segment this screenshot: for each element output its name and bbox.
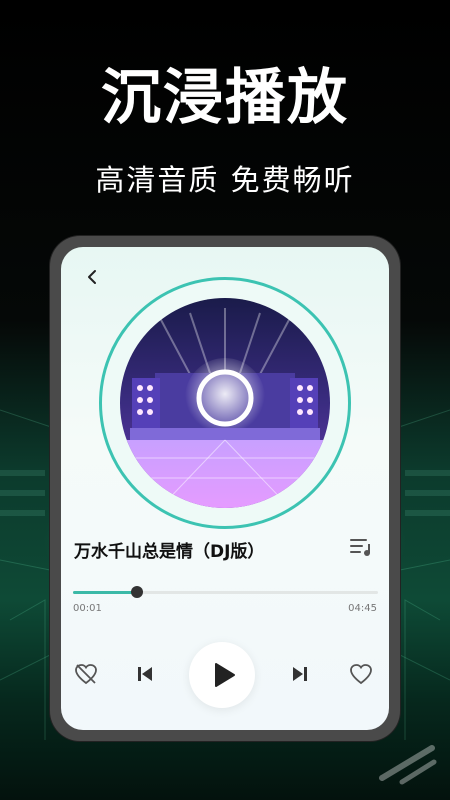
promo-subhead: 高清音质 免费畅听: [95, 163, 355, 197]
album-disc-ring: [99, 277, 351, 529]
progress-knob[interactable]: [131, 586, 144, 598]
progress-fill: [73, 591, 138, 594]
total-time: 04:45: [348, 603, 377, 614]
heart-icon: [350, 664, 372, 685]
back-button[interactable]: [83, 265, 103, 289]
playlist-icon: [350, 539, 370, 556]
elapsed-time: 00:01: [73, 603, 102, 614]
like-button[interactable]: [348, 661, 374, 687]
watermark-icon: [379, 745, 437, 785]
dislike-button[interactable]: [73, 661, 99, 687]
player-screen: 万水千山总是情（DJ版） 00:01 04:45: [61, 247, 389, 730]
next-track-icon: [293, 667, 307, 681]
chevron-left-icon: [88, 270, 96, 284]
previous-track-icon: [138, 667, 152, 681]
play-button[interactable]: [189, 642, 255, 708]
song-title: 万水千山总是情（DJ版）: [74, 542, 265, 562]
promo-headline: 沉浸播放: [101, 63, 349, 133]
next-button[interactable]: [287, 661, 313, 687]
progress-bar[interactable]: [73, 586, 378, 598]
album-art: [120, 298, 330, 508]
heart-broken-icon: [75, 664, 97, 685]
play-icon: [215, 663, 235, 687]
phone-frame: 万水千山总是情（DJ版） 00:01 04:45: [50, 236, 400, 741]
previous-button[interactable]: [132, 661, 158, 687]
playlist-button[interactable]: [349, 536, 373, 558]
